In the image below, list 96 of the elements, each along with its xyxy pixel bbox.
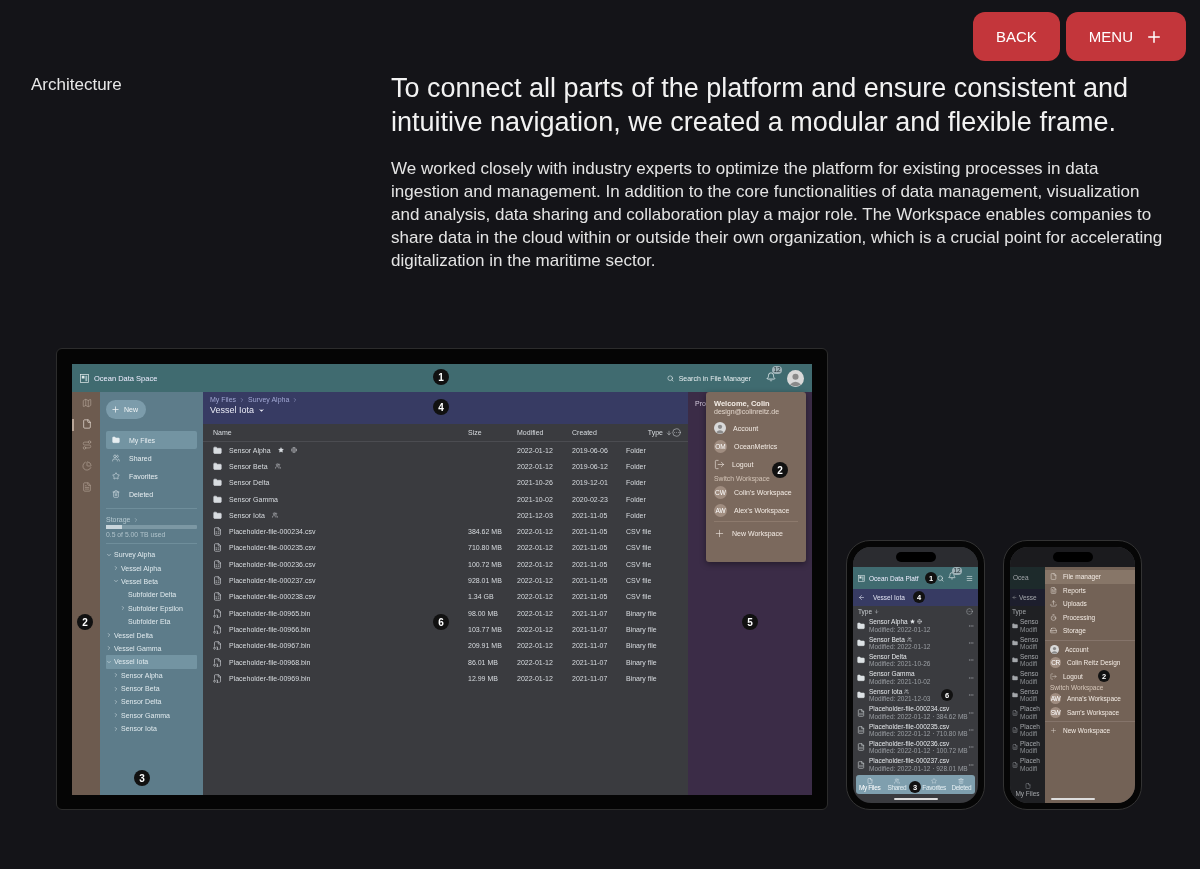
chevron-right-icon — [239, 396, 246, 403]
folder-icon — [857, 673, 865, 682]
more-icon[interactable] — [968, 640, 974, 647]
search-icon[interactable] — [937, 574, 944, 582]
folder-icon — [213, 510, 222, 520]
avatar-icon — [714, 422, 726, 434]
map-icon — [82, 398, 92, 408]
arrow-down-icon — [666, 429, 672, 436]
folder-icon — [857, 639, 865, 648]
chart-icon — [82, 461, 92, 471]
spreadsheet-file-icon — [857, 726, 865, 735]
folder-icon — [857, 656, 865, 665]
menu-button[interactable]: MENU — [1065, 12, 1186, 61]
more-icon[interactable] — [968, 709, 974, 716]
more-icon[interactable] — [672, 428, 681, 437]
plus-icon — [714, 527, 725, 539]
spreadsheet-file-icon — [857, 708, 865, 717]
spreadsheet-file-icon — [1012, 727, 1018, 734]
trash-icon — [112, 490, 120, 498]
chevron-right-icon — [132, 516, 139, 523]
file-icon — [1050, 573, 1057, 581]
home-indicator — [1050, 798, 1095, 800]
spreadsheet-file-icon — [1012, 744, 1018, 751]
search-icon[interactable] — [666, 374, 674, 382]
folder-icon — [213, 461, 222, 471]
more-icon[interactable] — [968, 727, 974, 734]
logout-icon — [1050, 672, 1057, 680]
binary-file-icon — [213, 608, 222, 618]
people-icon — [893, 778, 900, 784]
binary-file-icon — [213, 657, 222, 667]
more-icon[interactable] — [968, 761, 974, 768]
folder-icon — [1012, 640, 1018, 647]
back-icon — [1012, 595, 1017, 600]
spreadsheet-file-icon — [213, 527, 222, 537]
chevron-right-icon — [292, 396, 299, 403]
section-label: Architecture — [31, 75, 123, 96]
binary-file-icon — [213, 624, 222, 634]
back-icon[interactable] — [858, 594, 865, 601]
camera-notch — [895, 552, 936, 562]
spreadsheet-file-icon — [213, 576, 222, 585]
arrow-down-icon — [874, 609, 880, 614]
trash-icon — [958, 778, 965, 784]
folder-icon — [1012, 622, 1018, 629]
folder-title: Vessel Iota — [210, 405, 255, 415]
spreadsheet-file-icon — [1012, 709, 1018, 716]
logo-icon — [858, 574, 865, 582]
folder-icon — [213, 478, 222, 488]
body-text: We worked closely with industry experts to optimize the platform for existing processes in data ingestion and management. In addition to the core functionalities of data management, visualization and analysis, data sharing and collaboration play a major role. The Workspace enables companies to share data in the cloud within or outside their own organization, which is a crucial point for accelerating digitalization in the maritime sector. — [391, 158, 1163, 272]
spreadsheet-file-icon — [213, 559, 222, 569]
folder-icon — [213, 494, 222, 504]
file-icon — [866, 778, 873, 784]
more-icon[interactable] — [968, 657, 974, 664]
heading: To connect all parts of the platform and ensure consistent and intuitive navigation, we created a modular and flexible frame. — [391, 72, 1129, 139]
spreadsheet-file-icon — [213, 543, 222, 553]
logout-icon — [714, 458, 725, 470]
star-icon — [112, 472, 120, 480]
binary-file-icon — [213, 673, 222, 683]
plus-icon — [111, 405, 120, 414]
home-indicator — [893, 798, 938, 800]
document-icon — [82, 482, 92, 492]
upload-icon — [1050, 600, 1057, 608]
avatar-icon — [787, 369, 804, 387]
caret-icon[interactable] — [258, 406, 266, 414]
folder-icon — [1012, 692, 1018, 699]
logo-icon — [80, 373, 89, 383]
star-icon — [931, 778, 938, 784]
more-icon[interactable] — [968, 692, 974, 699]
plus-icon — [1050, 727, 1057, 735]
storage-icon — [1050, 627, 1057, 635]
binary-file-icon — [213, 641, 222, 651]
more-icon[interactable] — [968, 622, 974, 629]
folder-icon — [1012, 674, 1018, 681]
folder-icon — [112, 436, 120, 444]
folder-icon — [857, 691, 865, 700]
route-icon — [82, 440, 92, 450]
people-icon — [112, 454, 120, 462]
spreadsheet-file-icon — [213, 592, 222, 602]
menu-icon[interactable] — [966, 574, 973, 582]
folder-icon — [213, 445, 222, 455]
spreadsheet-file-icon — [1012, 761, 1018, 768]
folder-icon — [857, 621, 865, 630]
camera-notch — [1052, 552, 1093, 562]
document-icon — [1050, 586, 1057, 594]
avatar-icon — [1050, 644, 1059, 654]
back-button[interactable]: BACK — [972, 12, 1060, 61]
bell-icon[interactable] — [766, 372, 776, 382]
spreadsheet-file-icon — [857, 743, 865, 752]
bell-icon[interactable] — [948, 572, 956, 580]
spreadsheet-file-icon — [857, 760, 865, 769]
timer-icon — [1050, 613, 1057, 621]
more-icon[interactable] — [968, 674, 974, 681]
folder-icon — [1012, 657, 1018, 664]
more-icon[interactable] — [966, 608, 973, 615]
file-icon — [82, 419, 92, 429]
file-icon — [1024, 782, 1031, 789]
more-icon[interactable] — [968, 744, 974, 751]
